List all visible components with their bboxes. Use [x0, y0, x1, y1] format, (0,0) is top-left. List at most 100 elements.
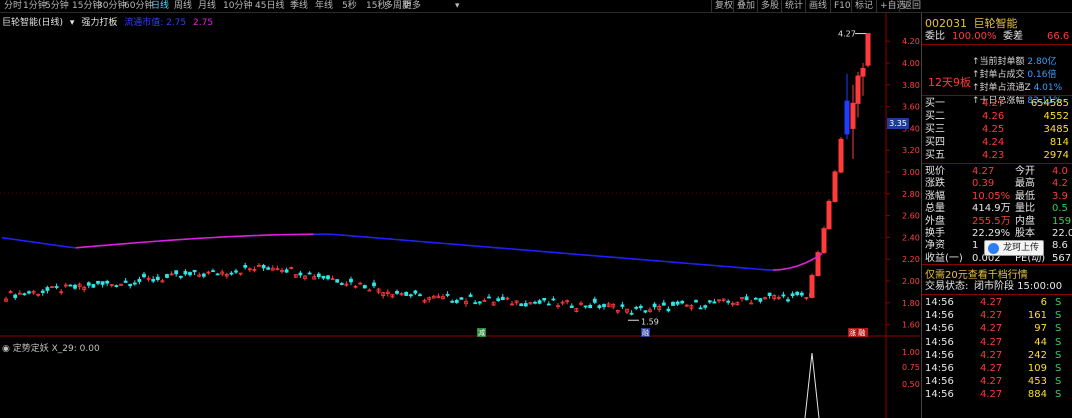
period-tab-13[interactable]: 5秒: [342, 0, 357, 13]
period-tab-8[interactable]: 月线: [198, 0, 216, 13]
tick-side: S: [1055, 376, 1062, 388]
stock-name: 巨轮智能: [973, 17, 1018, 30]
candle-body: [781, 294, 786, 297]
period-tab-7[interactable]: 周线: [174, 0, 192, 13]
indicator-name[interactable]: 强力打板: [81, 18, 117, 28]
candle-body: [583, 305, 588, 308]
ma-line-segment: [731, 266, 741, 269]
candle-body: [671, 301, 675, 306]
candle-body: [680, 300, 685, 304]
ma-line-segment: [182, 238, 191, 241]
period-tab-1[interactable]: 1分钟: [23, 0, 47, 13]
period-tab-0[interactable]: 分时: [4, 0, 22, 13]
stat-value: 0.39: [972, 178, 995, 190]
stat-label: 总量: [925, 203, 945, 215]
tick-side: S: [1055, 336, 1062, 348]
bid-volume: 654585: [1030, 98, 1069, 109]
candle-body: [537, 300, 542, 304]
seal-item: ↑封单占流通Z 4.01%: [972, 80, 1062, 93]
bid-label: 买五: [925, 150, 945, 161]
candle-body: [362, 285, 367, 289]
candle-body: [592, 298, 597, 303]
period-tab-12[interactable]: 年线: [315, 0, 333, 13]
tool-button-1[interactable]: 叠加: [733, 0, 755, 13]
price-tick-label: 1.80: [902, 299, 920, 308]
candle-body: [850, 102, 856, 129]
ma-line-segment: [116, 242, 126, 246]
kline-chart[interactable]: 4.204.003.803.603.403.203.002.802.602.40…: [0, 13, 920, 418]
kline-chart-area[interactable]: 4.20 4.00 3.80 3.60 3.40 3.20 3.00 2.80 2.60 2.40…: [0, 13, 920, 418]
tool-button-5[interactable]: F10: [830, 0, 851, 13]
ma-line-segment: [108, 243, 117, 246]
candle-body: [128, 283, 133, 287]
bid-row[interactable]: 买四 4.24 814: [922, 136, 1072, 149]
candle-body: [188, 272, 192, 276]
ma-line-segment: [165, 239, 175, 242]
tool-button-0[interactable]: 复权: [711, 0, 733, 13]
period-tab-4[interactable]: 30分钟: [97, 0, 126, 13]
tool-button-2[interactable]: 多股: [757, 0, 779, 13]
tick-price: 4.27: [980, 323, 1003, 335]
ma-line-segment: [575, 253, 585, 256]
upload-tooltip[interactable]: 龙珂上传: [984, 240, 1044, 256]
stat-value-2: 3.9: [1052, 190, 1068, 202]
promo-link[interactable]: 仅需20元查看千档行情: [925, 266, 1028, 281]
stat-value: 1: [972, 240, 979, 252]
candle-body: [860, 67, 866, 77]
ma-line-segment: [362, 236, 372, 239]
candle-body: [73, 284, 77, 289]
more-dropdown-icon[interactable]: ▾: [455, 0, 460, 13]
indicator-sub-name[interactable]: 定势定妖: [13, 344, 49, 354]
bid-price: 4.24: [982, 137, 1005, 148]
period-tab-11[interactable]: 季线: [290, 0, 308, 13]
candle-body: [786, 299, 790, 302]
candle-body: [799, 292, 804, 296]
period-tab-10[interactable]: 45日线: [255, 0, 284, 13]
line1-label: 流通市值: 2.75: [124, 18, 187, 28]
ma-line-segment: [543, 250, 552, 254]
bid-volume: 814: [1049, 137, 1069, 148]
weibi-row: 委比 100.00% 委差 66.6: [922, 30, 1072, 43]
ma-line-segment: [780, 267, 790, 271]
ma-line-segment: [444, 242, 454, 245]
bid-row[interactable]: 买三 4.25 3485: [922, 123, 1072, 136]
price-tick-label: 2.20: [902, 255, 920, 264]
candle-body: [551, 298, 556, 301]
tool-button-4[interactable]: 画线: [805, 0, 827, 13]
tick-price: 4.27: [980, 349, 1003, 361]
bid-row[interactable]: 买五 4.23 2974: [922, 149, 1072, 162]
period-tab-16[interactable]: 更多: [403, 0, 421, 13]
candle-body: [826, 200, 832, 230]
period-tab-5[interactable]: 60分钟: [124, 0, 153, 13]
upload-icon: [988, 243, 999, 254]
seal-item-value: 2.80亿: [1027, 57, 1057, 67]
price-tick-label: 2.60: [902, 212, 920, 221]
weibi-label: 委比: [925, 31, 945, 42]
candle-body: [542, 297, 547, 301]
tick-time: 14:56: [925, 310, 954, 322]
period-tab-6[interactable]: 日线: [151, 0, 169, 13]
candle-body: [298, 272, 303, 276]
period-tab-9[interactable]: 10分钟: [223, 0, 252, 13]
ma-line-segment: [190, 237, 199, 240]
stat-row: 涨幅 10.05% 最低 3.9: [922, 190, 1072, 203]
candle-body: [703, 305, 708, 308]
tool-button-6[interactable]: 标记: [851, 0, 873, 13]
indicator-toggle-icon[interactable]: ◉: [2, 344, 10, 354]
price-tick-label: 1.60: [902, 321, 920, 330]
ma-line-segment: [174, 238, 183, 241]
candle-body: [459, 297, 464, 300]
tool-button-8[interactable]: 返回: [899, 0, 921, 13]
high-price-label: 4.27: [838, 30, 856, 39]
dropdown-icon[interactable]: ▾: [70, 18, 75, 28]
tick-price: 4.27: [980, 363, 1003, 374]
candle-body: [234, 270, 238, 273]
period-tab-2[interactable]: 5分钟: [45, 0, 69, 13]
candle-body: [367, 289, 372, 292]
stat-label-2: 今开: [1015, 166, 1035, 177]
candle-body: [100, 281, 105, 285]
bid-row[interactable]: 买二 4.26 4552: [922, 110, 1072, 123]
bid-row[interactable]: 买一 4.27 654585: [922, 97, 1072, 110]
tool-button-3[interactable]: 统计: [781, 0, 803, 13]
ma-line-segment: [346, 234, 355, 237]
